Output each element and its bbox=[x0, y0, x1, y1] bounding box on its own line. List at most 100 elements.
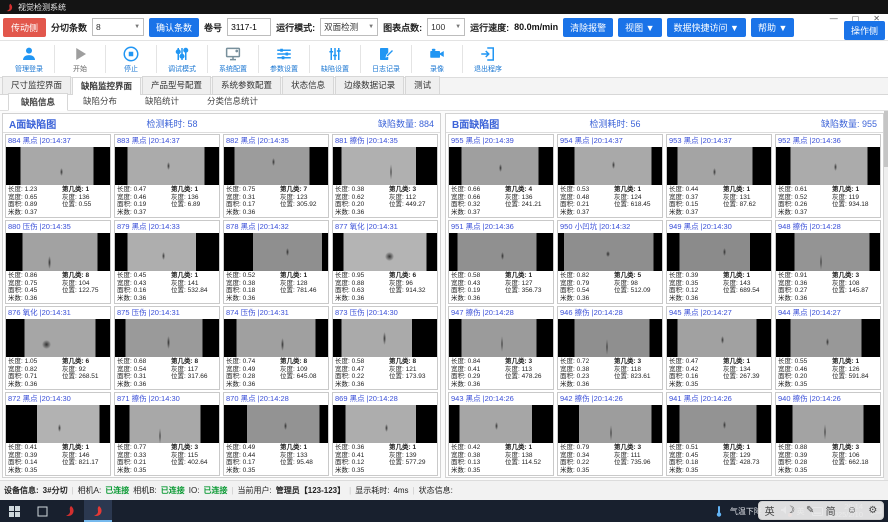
defect-thumbnail[interactable] bbox=[776, 233, 880, 271]
task-view-button[interactable] bbox=[28, 500, 56, 522]
defect-cell[interactable]: 951 黑点 |20:14:36长度: 0.58宽度: 0.43面积: 0.19… bbox=[448, 220, 554, 304]
toolbar-button-tune[interactable]: 调试模式 bbox=[159, 45, 205, 74]
defect-cell[interactable]: 948 擦伤 |20:14:28长度: 0.91宽度: 0.36面积: 0.27… bbox=[775, 220, 881, 304]
defect-thumbnail[interactable] bbox=[449, 147, 553, 185]
drive-side-button[interactable]: 传动侧 bbox=[3, 18, 46, 37]
defect-cell[interactable]: 944 黑点 |20:14:27长度: 0.55宽度: 0.46面积: 0.20… bbox=[775, 306, 881, 390]
defect-cell[interactable]: 879 黑点 |20:14:33长度: 0.45宽度: 0.43面积: 0.16… bbox=[114, 220, 220, 304]
defect-cell[interactable]: 873 压伤 |20:14:30长度: 0.58宽度: 0.47面积: 0.22… bbox=[332, 306, 438, 390]
confirm-count-button[interactable]: 确认条数 bbox=[149, 18, 199, 37]
defect-thumbnail[interactable] bbox=[333, 405, 437, 443]
defect-cell[interactable]: 874 压伤 |20:14:31长度: 0.74宽度: 0.49面积: 0.28… bbox=[223, 306, 329, 390]
defect-cell[interactable]: 880 压伤 |20:14:35长度: 0.86宽度: 0.75面积: 0.45… bbox=[5, 220, 111, 304]
defect-thumbnail[interactable] bbox=[667, 319, 771, 357]
defect-cell[interactable]: 954 黑点 |20:14:37长度: 0.53宽度: 0.48面积: 0.21… bbox=[557, 134, 663, 218]
main-tab-6[interactable]: 测试 bbox=[405, 76, 440, 94]
defect-thumbnail[interactable] bbox=[6, 319, 110, 357]
defect-cell[interactable]: 869 黑点 |20:14:28长度: 0.36宽度: 0.41面积: 0.12… bbox=[332, 392, 438, 476]
defect-cell[interactable]: 876 氧化 |20:14:31长度: 1.05宽度: 0.82面积: 0.71… bbox=[5, 306, 111, 390]
defect-cell[interactable]: 942 擦伤 |20:14:26长度: 0.79宽度: 0.34面积: 0.22… bbox=[557, 392, 663, 476]
defect-cell[interactable]: 884 黑点 |20:14:37长度: 1.23宽度: 0.65面积: 0.89… bbox=[5, 134, 111, 218]
defect-thumbnail[interactable] bbox=[333, 233, 437, 271]
defect-cell[interactable]: 870 黑点 |20:14:28长度: 0.49宽度: 0.44面积: 0.17… bbox=[223, 392, 329, 476]
defect-thumbnail[interactable] bbox=[449, 319, 553, 357]
toolbar-button-camera[interactable]: 录像 bbox=[414, 45, 460, 74]
start-button[interactable] bbox=[0, 500, 28, 522]
defect-cell[interactable]: 955 黑点 |20:14:39长度: 0.66宽度: 0.66面积: 0.32… bbox=[448, 134, 554, 218]
defect-cell[interactable]: 940 擦伤 |20:14:26长度: 0.88宽度: 0.39面积: 0.28… bbox=[775, 392, 881, 476]
defect-cell[interactable]: 943 黑点 |20:14:26长度: 0.42宽度: 0.38面积: 0.13… bbox=[448, 392, 554, 476]
defect-cell[interactable]: 952 黑点 |20:14:36长度: 0.61宽度: 0.52面积: 0.26… bbox=[775, 134, 881, 218]
app-icon-running[interactable] bbox=[84, 500, 112, 522]
defect-thumbnail[interactable] bbox=[558, 319, 662, 357]
main-tab-4[interactable]: 状态信息 bbox=[282, 76, 334, 94]
emoji-icon[interactable]: ☺ bbox=[847, 505, 857, 516]
defect-cell[interactable]: 871 擦伤 |20:14:30长度: 0.77宽度: 0.33面积: 0.21… bbox=[114, 392, 220, 476]
toolbar-button-stop[interactable]: 停止 bbox=[108, 45, 154, 74]
toolbar-button-sliders-v[interactable]: 缺陷设置 bbox=[312, 45, 358, 74]
defect-thumbnail[interactable] bbox=[224, 319, 328, 357]
main-tab-1[interactable]: 缺陷监控界面 bbox=[72, 77, 141, 95]
chart-points-select[interactable]: 100 ▼ bbox=[427, 18, 465, 36]
defect-thumbnail[interactable] bbox=[558, 405, 662, 443]
app-icon-pinned[interactable] bbox=[56, 500, 84, 522]
ime-simplified-mode[interactable]: 简 bbox=[826, 503, 836, 518]
main-tab-0[interactable]: 尺寸监控界面 bbox=[2, 76, 71, 94]
defect-thumbnail[interactable] bbox=[224, 147, 328, 185]
roll-number-input[interactable] bbox=[227, 18, 271, 36]
vertical-scrollbar[interactable] bbox=[884, 111, 888, 480]
defect-cell[interactable]: 878 黑点 |20:14:32长度: 0.52宽度: 0.38面积: 0.18… bbox=[223, 220, 329, 304]
defect-cell[interactable]: 945 黑点 |20:14:27长度: 0.47宽度: 0.42面积: 0.16… bbox=[666, 306, 772, 390]
defect-thumbnail[interactable] bbox=[667, 147, 771, 185]
defect-cell[interactable]: 953 黑点 |20:14:37长度: 0.44宽度: 0.37面积: 0.15… bbox=[666, 134, 772, 218]
defect-cell[interactable]: 882 黑点 |20:14:35长度: 0.75宽度: 0.31面积: 0.17… bbox=[223, 134, 329, 218]
toolbar-button-user[interactable]: 管理登录 bbox=[6, 45, 52, 74]
pen-icon[interactable]: ✎ bbox=[806, 505, 814, 516]
defect-thumbnail[interactable] bbox=[558, 147, 662, 185]
minimize-button[interactable]: — bbox=[830, 14, 838, 24]
data-quick-access-button[interactable]: 数据快捷访问 ▼ bbox=[667, 18, 746, 37]
defect-thumbnail[interactable] bbox=[667, 233, 771, 271]
defect-thumbnail[interactable] bbox=[115, 405, 219, 443]
defect-cell[interactable]: 941 黑点 |20:14:26长度: 0.51宽度: 0.45面积: 0.18… bbox=[666, 392, 772, 476]
ime-toolbar[interactable]: 英 ☽ ✎ 简 ☺ ⚙ bbox=[758, 501, 884, 520]
defect-thumbnail[interactable] bbox=[776, 405, 880, 443]
run-mode-select[interactable]: 双面检测 ▼ bbox=[320, 18, 378, 36]
defect-thumbnail[interactable] bbox=[115, 233, 219, 271]
toolbar-button-monitor[interactable]: 系统配置 bbox=[210, 45, 256, 74]
defect-thumbnail[interactable] bbox=[449, 405, 553, 443]
defect-thumbnail[interactable] bbox=[776, 319, 880, 357]
defect-cell[interactable]: 950 小凹坑 |20:14:32长度: 0.82宽度: 0.79面积: 0.5… bbox=[557, 220, 663, 304]
defect-thumbnail[interactable] bbox=[115, 319, 219, 357]
defect-cell[interactable]: 946 擦伤 |20:14:28长度: 0.72宽度: 0.38面积: 0.23… bbox=[557, 306, 663, 390]
toolbar-button-exit[interactable]: 退出程序 bbox=[465, 45, 511, 74]
defect-cell[interactable]: 877 氧化 |20:14:31长度: 0.95宽度: 0.88面积: 0.63… bbox=[332, 220, 438, 304]
defect-thumbnail[interactable] bbox=[224, 233, 328, 271]
defect-thumbnail[interactable] bbox=[224, 405, 328, 443]
sub-tab-3[interactable]: 分类信息统计 bbox=[194, 92, 271, 110]
sub-tab-0[interactable]: 缺陷信息 bbox=[8, 93, 68, 111]
defect-cell[interactable]: 872 黑点 |20:14:30长度: 0.41宽度: 0.39面积: 0.14… bbox=[5, 392, 111, 476]
operate-side-button[interactable]: 操作侧 bbox=[844, 21, 885, 40]
toolbar-button-sliders-h[interactable]: 参数设置 bbox=[261, 45, 307, 74]
defect-thumbnail[interactable] bbox=[333, 319, 437, 357]
defect-cell[interactable]: 875 压伤 |20:14:31长度: 0.68宽度: 0.54面积: 0.31… bbox=[114, 306, 220, 390]
scrollbar-thumb[interactable] bbox=[884, 111, 888, 167]
gear-icon[interactable]: ⚙ bbox=[868, 505, 877, 516]
defect-thumbnail[interactable] bbox=[449, 233, 553, 271]
defect-thumbnail[interactable] bbox=[6, 147, 110, 185]
defect-thumbnail[interactable] bbox=[776, 147, 880, 185]
defect-cell[interactable]: 883 黑点 |20:14:37长度: 0.47宽度: 0.46面积: 0.19… bbox=[114, 134, 220, 218]
defect-thumbnail[interactable] bbox=[558, 233, 662, 271]
sub-tab-2[interactable]: 缺陷统计 bbox=[132, 92, 192, 110]
defect-cell[interactable]: 949 黑点 |20:14:30长度: 0.39宽度: 0.35面积: 0.12… bbox=[666, 220, 772, 304]
defect-thumbnail[interactable] bbox=[6, 405, 110, 443]
clear-alarm-button[interactable]: 清除报警 bbox=[563, 18, 613, 37]
defect-thumbnail[interactable] bbox=[667, 405, 771, 443]
help-menu-button[interactable]: 帮助 ▼ bbox=[751, 18, 794, 37]
defect-cell[interactable]: 881 擦伤 |20:14:35长度: 0.38宽度: 0.62面积: 0.20… bbox=[332, 134, 438, 218]
moon-icon[interactable]: ☽ bbox=[786, 505, 795, 516]
slit-count-select[interactable]: 8 ▼ bbox=[92, 18, 144, 36]
defect-thumbnail[interactable] bbox=[115, 147, 219, 185]
view-menu-button[interactable]: 视图 ▼ bbox=[618, 18, 661, 37]
